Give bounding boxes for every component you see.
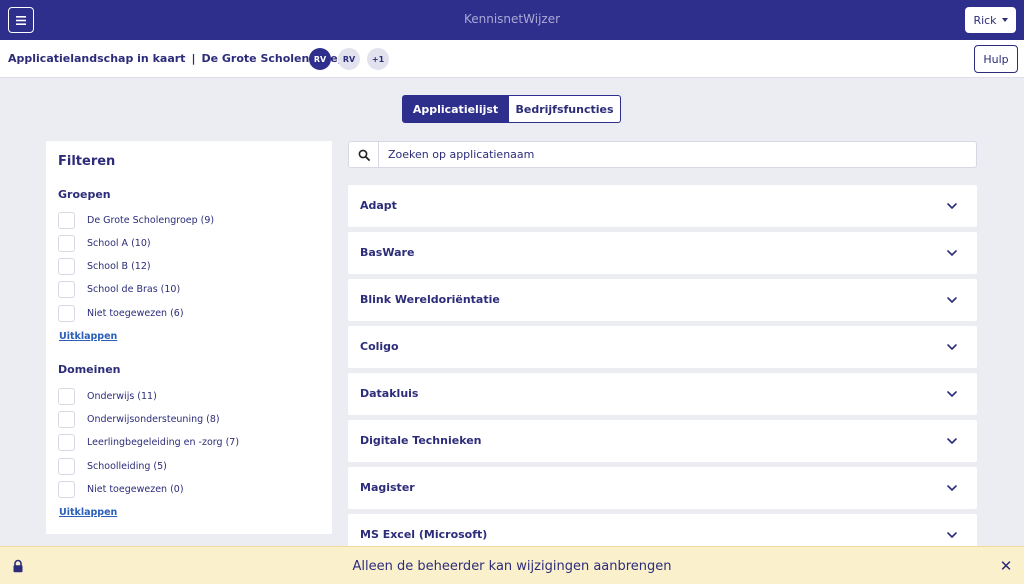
search-button[interactable] (349, 142, 379, 167)
filter-panel: Filteren Groepen De Grote Scholengroep (… (46, 141, 332, 534)
tab-bedrijfsfuncties[interactable]: Bedrijfsfuncties (509, 95, 621, 123)
domains-expand-link[interactable]: Uitklappen (59, 507, 117, 518)
checkbox-label: Niet toegewezen (0) (87, 484, 184, 495)
filter-domain-item[interactable]: Onderwijs (11) (58, 388, 157, 405)
chevron-down-icon[interactable] (946, 294, 958, 306)
user-name: Rick (973, 13, 997, 27)
avatar-more-count[interactable]: +1 (367, 48, 389, 70)
close-icon[interactable]: ✕ (998, 557, 1014, 575)
filter-domain-item[interactable]: Onderwijsondersteuning (8) (58, 411, 220, 428)
checkbox[interactable] (58, 458, 75, 475)
breadcrumb-separator: | (191, 52, 196, 65)
chevron-down-icon[interactable] (946, 388, 958, 400)
application-item[interactable]: BasWare (348, 232, 977, 274)
application-item[interactable]: Datakluis (348, 373, 977, 415)
help-button[interactable]: Hulp (974, 45, 1018, 73)
chevron-down-icon[interactable] (946, 200, 958, 212)
search-bar (348, 141, 977, 168)
checkbox-label: Schoolleiding (5) (87, 461, 167, 472)
application-name: Adapt (360, 199, 397, 212)
chevron-down-icon[interactable] (946, 482, 958, 494)
application-item[interactable]: Digitale Technieken (348, 420, 977, 462)
filter-group-item[interactable]: School de Bras (10) (58, 281, 180, 298)
filter-group-item[interactable]: Niet toegewezen (6) (58, 305, 184, 322)
caret-down-icon (1001, 18, 1008, 22)
user-menu-button[interactable]: Rick (965, 7, 1016, 33)
breadcrumb: Applicatielandschap in kaart | De Grote … (8, 52, 346, 65)
checkbox-label: De Grote Scholengroep (9) (87, 215, 215, 226)
checkbox[interactable] (58, 281, 75, 298)
checkbox[interactable] (58, 212, 75, 229)
application-name: Digitale Technieken (360, 434, 482, 447)
checkbox[interactable] (58, 434, 75, 451)
breadcrumb-item-landscape: Applicatielandschap in kaart (8, 52, 186, 65)
filter-domain-item[interactable]: Leerlingbegeleiding en -zorg (7) (58, 434, 239, 451)
avatar[interactable]: RV (338, 48, 360, 70)
view-tabs: Applicatielijst Bedrijfsfuncties (402, 95, 621, 123)
avatar[interactable]: RV (309, 48, 331, 70)
checkbox-label: Leerlingbegeleiding en -zorg (7) (87, 437, 240, 448)
notice-message: Alleen de beheerder kan wijzigingen aanb… (352, 559, 672, 574)
checkbox[interactable] (58, 235, 75, 252)
chevron-down-icon[interactable] (946, 341, 958, 353)
checkbox-label: School B (12) (87, 261, 151, 272)
checkbox[interactable] (58, 411, 75, 428)
application-name: MS Excel (Microsoft) (360, 528, 488, 541)
filter-group-item[interactable]: School A (10) (58, 235, 151, 252)
application-name: BasWare (360, 246, 415, 259)
checkbox[interactable] (58, 305, 75, 322)
chevron-down-icon[interactable] (946, 435, 958, 447)
checkbox-label: Onderwijs (11) (87, 391, 157, 402)
checkbox[interactable] (58, 258, 75, 275)
checkbox[interactable] (58, 388, 75, 405)
application-name: Magister (360, 481, 415, 494)
checkbox-label: School de Bras (10) (87, 284, 181, 295)
checkbox-label: School A (10) (87, 238, 151, 249)
application-name: Datakluis (360, 387, 419, 400)
filter-group-item[interactable]: De Grote Scholengroep (9) (58, 212, 214, 229)
domains-section-title: Domeinen (58, 363, 121, 376)
application-name: Blink Wereldoriëntatie (360, 293, 500, 306)
application-item[interactable]: Magister (348, 467, 977, 509)
application-item[interactable]: Coligo (348, 326, 977, 368)
application-item[interactable]: Adapt (348, 185, 977, 227)
tab-applicatielijst[interactable]: Applicatielijst (402, 95, 509, 123)
top-navigation-bar: KennisnetWijzer Rick (0, 0, 1024, 40)
filter-domain-item[interactable]: Schoolleiding (5) (58, 458, 167, 475)
filter-domain-item[interactable]: Niet toegewezen (0) (58, 481, 184, 498)
application-name: Coligo (360, 340, 399, 353)
search-input[interactable] (380, 142, 976, 167)
checkbox[interactable] (58, 481, 75, 498)
chevron-down-icon[interactable] (946, 529, 958, 541)
permission-notice-bar: Alleen de beheerder kan wijzigingen aanb… (0, 546, 1024, 584)
checkbox-label: Niet toegewezen (6) (87, 308, 184, 319)
checkbox-label: Onderwijsondersteuning (8) (87, 414, 220, 425)
groups-expand-link[interactable]: Uitklappen (59, 331, 117, 342)
search-icon (358, 149, 370, 161)
app-title: KennisnetWijzer (463, 12, 561, 26)
filter-title: Filteren (58, 154, 116, 169)
application-item[interactable]: Blink Wereldoriëntatie (348, 279, 977, 321)
groups-section-title: Groepen (58, 188, 111, 201)
chevron-down-icon[interactable] (946, 247, 958, 259)
context-bar: Applicatielandschap in kaart | De Grote … (0, 40, 1024, 78)
filter-group-item[interactable]: School B (12) (58, 258, 151, 275)
